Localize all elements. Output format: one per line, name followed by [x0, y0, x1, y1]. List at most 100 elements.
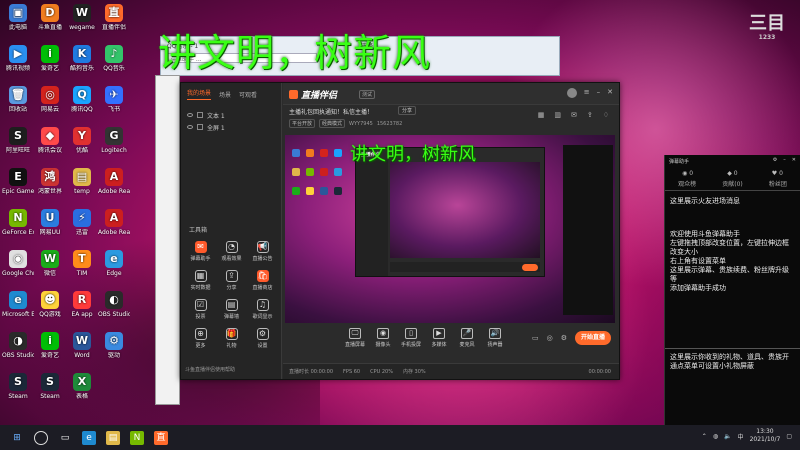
desktop-icon[interactable]: 直直播伴侣 [98, 4, 130, 31]
tool-button[interactable]: ⚙ 设置 [247, 328, 278, 349]
tool-button[interactable]: ⊕ 更多 [185, 328, 216, 349]
desktop-icon[interactable]: ◉ Google Chrome [2, 250, 34, 277]
tool-button[interactable]: ▤ 弹幕墙 [216, 299, 247, 320]
live-companion-window[interactable]: 我的场景 场景 可观看 文本 1 全屏 1 工具箱 ✉ 弹幕助手 ◔ 观看效果 📢 直播公… [180, 82, 620, 380]
desktop-icon[interactable]: ◐ OBS Studio [98, 291, 130, 318]
desktop-icon[interactable]: 鸿鸿蒙世界 [34, 168, 66, 195]
share-icon[interactable]: ⇪ [587, 111, 593, 119]
chevron-up-icon[interactable]: ⌃ [702, 433, 707, 440]
desktop-icon[interactable]: E Epic Games Launcher [2, 168, 34, 195]
desktop-icon[interactable]: W 微信 [34, 250, 66, 277]
menu-icon[interactable]: ≡ [584, 88, 590, 98]
desktop-icon[interactable]: ⚡ 迅雷 [66, 209, 98, 236]
desktop-icon[interactable]: U 网易UU [34, 209, 66, 236]
desktop-icon[interactable]: K 酷狗音乐 [66, 45, 98, 72]
explorer-taskbar-icon[interactable]: ▤ [106, 430, 120, 445]
tab-fan-club[interactable]: 粉丝团 [769, 179, 787, 190]
lock-icon[interactable] [197, 112, 203, 118]
desktop-icon[interactable]: S 阿里旺旺 [2, 127, 34, 154]
bell-icon[interactable]: ♢ [603, 111, 609, 119]
tab-viewable[interactable]: 可观看 [239, 90, 257, 99]
tab-viewers[interactable]: 观众榜 [678, 179, 696, 190]
desktop-icon[interactable]: S Steam [2, 373, 34, 400]
desktop-icon[interactable]: N GeForce Experience [2, 209, 34, 236]
chart-icon[interactable]: ▥ [554, 111, 561, 119]
tool-button[interactable]: 🎁 礼物 [216, 328, 247, 349]
desktop-icon[interactable]: ✈ 飞书 [98, 86, 130, 113]
clock[interactable]: 13:30 2021/10/7 [750, 428, 781, 444]
desktop-icon[interactable]: X 表格 [66, 373, 98, 400]
source-button[interactable]: ◉ 摄像头 [369, 328, 397, 348]
desktop-icon[interactable]: A Adobe Reader XI [98, 209, 130, 236]
lock-icon[interactable] [197, 124, 203, 130]
tool-button[interactable]: 📢 直播公告 [247, 241, 278, 262]
volume-icon[interactable]: 🔈 [724, 433, 731, 440]
desktop-icon[interactable]: ♪ QQ音乐 [98, 45, 130, 72]
edge-taskbar-icon[interactable]: e [82, 430, 96, 445]
tool-button[interactable]: ✉ 弹幕助手 [185, 241, 216, 262]
desktop-icon[interactable]: e Microsoft Edge [2, 291, 34, 318]
desktop-icon[interactable]: ⚙ 驱动 [98, 332, 130, 359]
gift-icon[interactable]: ✉ [571, 111, 577, 119]
tool-button[interactable]: ⇪ 分享 [216, 270, 247, 291]
live-companion-taskbar-icon[interactable]: 直 [154, 430, 168, 445]
desktop-icon[interactable]: W Word [66, 332, 98, 359]
desktop-icon[interactable]: A Adobe Reader XI [98, 168, 130, 195]
desktop-icon[interactable]: D 斗鱼直播 [34, 4, 66, 31]
desktop-icon[interactable]: ◎ 网易云 [34, 86, 66, 113]
nvidia-taskbar-icon[interactable]: N [130, 430, 144, 445]
search-icon[interactable] [34, 430, 48, 445]
desktop-icon[interactable]: ▣ 此电脑 [2, 4, 34, 31]
desktop-icon[interactable]: T TIM [66, 250, 98, 277]
close-icon[interactable]: ✕ [607, 88, 613, 98]
desktop-icon[interactable]: ◆ 腾讯会议 [34, 127, 66, 154]
minimize-icon[interactable]: – [783, 157, 786, 163]
desktop-icon[interactable]: Y 优酷 [66, 127, 98, 154]
desktop-icon[interactable]: Wwegame [66, 4, 98, 31]
source-button[interactable]: 🎤 麦克风 [453, 328, 481, 348]
tool-button[interactable]: 🛍 直播商店 [247, 270, 278, 291]
desktop-icon[interactable]: ◑ OBS Studio [2, 332, 34, 359]
desktop-icon[interactable]: Q 腾讯QQ [66, 86, 98, 113]
grid-icon[interactable]: ▦ [538, 111, 545, 119]
desktop-icon[interactable]: e Edge [98, 250, 130, 277]
desktop-icon[interactable]: i 爱奇艺 [34, 332, 66, 359]
tab-contribution[interactable]: 贡献(0) [722, 179, 743, 190]
tool-button[interactable]: ▦ 实时数据 [185, 270, 216, 291]
tab-my-scenes[interactable]: 我的场景 [187, 88, 212, 100]
share-button[interactable]: 分享 [398, 106, 417, 115]
desktop-icon[interactable]: S Steam [34, 373, 66, 400]
eye-icon[interactable] [187, 113, 193, 117]
desktop-icon[interactable]: G Logitech [98, 127, 130, 154]
avatar[interactable] [566, 88, 577, 98]
settings-icon[interactable]: ⚙ [561, 334, 567, 342]
desktop-icon[interactable]: ▶ 腾讯视频 [2, 45, 34, 72]
scene-item[interactable]: 文本 1 [185, 109, 277, 121]
source-button[interactable]: ▯ 手机投屏 [397, 328, 425, 348]
start-live-button[interactable]: 开始直播 [575, 331, 611, 345]
source-button[interactable]: ▶ 多媒体 [425, 328, 453, 348]
desktop-icon[interactable]: i 爱奇艺 [34, 45, 66, 72]
desktop-icon[interactable]: ☻ QQ游戏 [34, 291, 66, 318]
close-icon[interactable]: ✕ [792, 157, 796, 163]
danmu-assistant-panel[interactable]: 弹幕助手 ⚙ – ✕ ◉ 0 ◆ 0 ♥ 0 观众榜 贡献(0) 粉丝团 这里展… [664, 155, 800, 425]
desktop-icon[interactable]: 🗑 回收站 [2, 86, 34, 113]
source-button[interactable]: 🔊 扬声器 [481, 328, 509, 348]
start-icon[interactable]: ⊞ [10, 431, 24, 445]
record-icon[interactable]: ▭ [532, 334, 539, 342]
source-button[interactable]: 🖵 直播屏幕 [341, 328, 369, 348]
minimize-icon[interactable]: – [597, 88, 601, 98]
task-view-icon[interactable]: ▭ [58, 431, 72, 445]
help-link[interactable]: 斗鱼直播伴侣使用帮助 [185, 366, 235, 373]
tool-button[interactable]: ☑ 投票 [185, 299, 216, 320]
network-icon[interactable]: ◍ [713, 433, 718, 440]
tool-button[interactable]: ♫ 歌词显示 [247, 299, 278, 320]
desktop-icon[interactable]: R EA app [66, 291, 98, 318]
scene-item[interactable]: 全屏 1 [185, 121, 277, 133]
tab-scenes[interactable]: 场景 [219, 90, 231, 99]
tool-button[interactable]: ◔ 观看效果 [216, 241, 247, 262]
meta-mode[interactable]: 经典模式 [319, 119, 346, 128]
eye-icon[interactable] [187, 125, 193, 129]
notification-icon[interactable]: ▢ [786, 433, 792, 440]
room-title[interactable]: 主播礼包回执通知！私信主播！ [289, 107, 373, 116]
